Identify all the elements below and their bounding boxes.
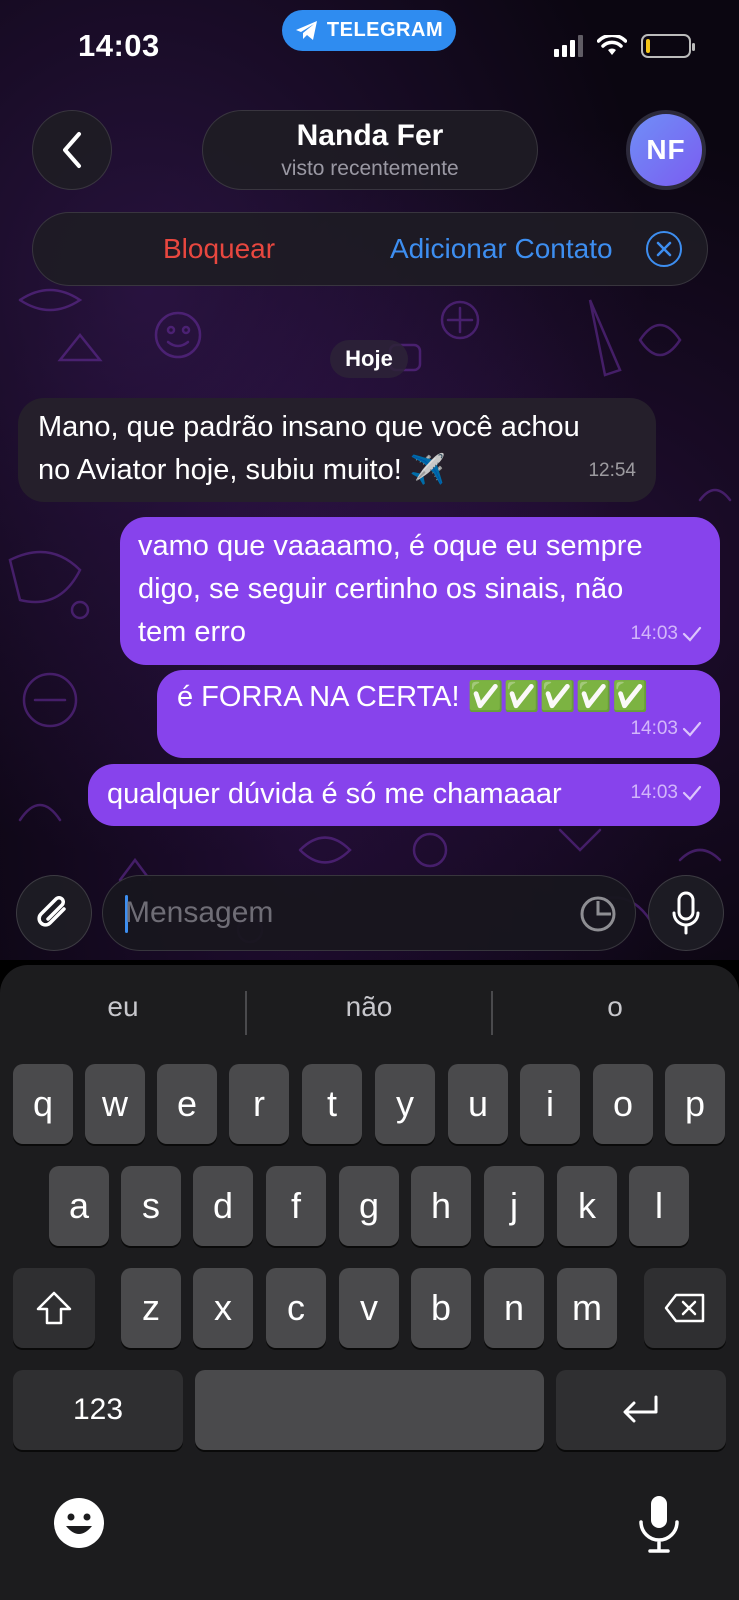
chevron-left-icon — [63, 132, 81, 168]
suggestion-item[interactable]: o — [492, 991, 738, 1023]
key-v[interactable]: v — [339, 1268, 399, 1348]
cellular-signal-icon — [554, 35, 583, 57]
key-r[interactable]: r — [229, 1064, 289, 1144]
key-s[interactable]: s — [121, 1166, 181, 1246]
key-t[interactable]: t — [302, 1064, 362, 1144]
message-incoming[interactable]: Mano, que padrão insano que você achou n… — [18, 398, 656, 502]
key-k[interactable]: k — [557, 1166, 617, 1246]
back-button[interactable] — [32, 110, 112, 190]
emoji-icon[interactable] — [52, 1496, 106, 1550]
key-f[interactable]: f — [266, 1166, 326, 1246]
sticker-icon[interactable] — [579, 895, 617, 933]
message-text-line: é FORRA NA CERTA! ✅✅✅✅✅ — [177, 681, 649, 713]
avatar[interactable]: NF — [626, 110, 706, 190]
message-text-line: vamo que vaaaamo, é oque eu sempre — [138, 530, 643, 562]
date-separator: Hoje — [330, 340, 408, 378]
dictation-icon[interactable] — [636, 1494, 682, 1554]
paperclip-icon — [37, 896, 66, 927]
key-x[interactable]: x — [193, 1268, 253, 1348]
message-time-status: 14:03 — [630, 707, 702, 750]
key-n[interactable]: n — [484, 1268, 544, 1348]
suggestion-item[interactable]: não — [246, 991, 492, 1023]
key-i[interactable]: i — [520, 1064, 580, 1144]
message-outgoing[interactable]: é FORRA NA CERTA! ✅✅✅✅✅ 14:03 — [157, 670, 720, 758]
shift-icon — [36, 1291, 72, 1325]
message-text-line: no Aviator hoje, subiu muito! ✈️ — [38, 454, 446, 486]
key-l[interactable]: l — [629, 1166, 689, 1246]
key-u[interactable]: u — [448, 1064, 508, 1144]
sent-check-icon — [682, 626, 702, 642]
message-input[interactable] — [125, 876, 545, 950]
key-p[interactable]: p — [665, 1064, 725, 1144]
dismiss-action-bar-button[interactable] — [646, 231, 682, 267]
backspace-icon — [664, 1293, 705, 1323]
return-key[interactable] — [556, 1370, 726, 1450]
message-text-line: tem erro — [138, 616, 246, 648]
message-time: 14:03 — [630, 623, 678, 644]
wifi-icon — [597, 35, 627, 55]
telegram-badge-label: TELEGRAM — [326, 19, 444, 41]
key-q[interactable]: q — [13, 1064, 73, 1144]
key-a[interactable]: a — [49, 1166, 109, 1246]
message-outgoing[interactable]: vamo que vaaaamo, é oque eu sempre digo,… — [120, 517, 720, 665]
chat-last-seen: visto recentemente — [281, 157, 459, 180]
key-g[interactable]: g — [339, 1166, 399, 1246]
avatar-initials: NF — [646, 134, 686, 165]
key-d[interactable]: d — [193, 1166, 253, 1246]
key-b[interactable]: b — [411, 1268, 471, 1348]
message-time: 14:03 — [630, 718, 678, 739]
sent-check-icon — [682, 785, 702, 801]
telegram-plane-icon — [295, 20, 317, 40]
message-time: 12:54 — [588, 460, 636, 481]
key-e[interactable]: e — [157, 1064, 217, 1144]
block-button[interactable]: Bloquear — [163, 233, 275, 265]
chat-name: Nanda Fer — [296, 119, 444, 152]
backspace-key[interactable] — [644, 1268, 726, 1348]
message-time-status: 14:03 — [630, 771, 702, 814]
add-contact-button[interactable]: Adicionar Contato — [390, 233, 613, 265]
status-time: 14:03 — [78, 28, 160, 63]
numbers-key[interactable]: 123 — [13, 1370, 183, 1450]
key-h[interactable]: h — [411, 1166, 471, 1246]
status-icons — [554, 34, 695, 58]
suggestion-item[interactable]: eu — [0, 991, 246, 1023]
shift-key[interactable] — [13, 1268, 95, 1348]
message-time: 14:03 — [630, 782, 678, 803]
key-o[interactable]: o — [593, 1064, 653, 1144]
key-m[interactable]: m — [557, 1268, 617, 1348]
message-text-line: qualquer dúvida é só me chamaaar — [107, 778, 562, 810]
key-z[interactable]: z — [121, 1268, 181, 1348]
key-w[interactable]: w — [85, 1064, 145, 1144]
keyboard-suggestions: eu não o — [0, 965, 739, 1035]
space-key[interactable] — [195, 1370, 544, 1450]
microphone-icon — [672, 891, 700, 935]
close-icon — [656, 241, 672, 257]
sent-check-icon — [682, 721, 702, 737]
key-y[interactable]: y — [375, 1064, 435, 1144]
message-text-line: digo, se seguir certinho os sinais, não — [138, 573, 624, 605]
message-input-wrapper[interactable] — [102, 875, 636, 951]
message-time-status: 14:03 — [630, 612, 702, 655]
attach-button[interactable] — [16, 875, 92, 951]
battery-icon — [641, 34, 695, 58]
chat-title-pill[interactable]: Nanda Fer visto recentemente — [202, 110, 538, 190]
message-text-line: Mano, que padrão insano que você achou — [38, 411, 580, 443]
return-icon — [623, 1395, 658, 1423]
key-j[interactable]: j — [484, 1166, 544, 1246]
status-bar: 14:03 TELEGRAM — [0, 0, 739, 100]
key-c[interactable]: c — [266, 1268, 326, 1348]
contact-action-bar: Bloquear Adicionar Contato — [32, 212, 708, 286]
message-outgoing[interactable]: qualquer dúvida é só me chamaaar 14:03 — [88, 764, 720, 826]
telegram-badge[interactable]: TELEGRAM — [282, 10, 456, 51]
voice-message-button[interactable] — [648, 875, 724, 951]
